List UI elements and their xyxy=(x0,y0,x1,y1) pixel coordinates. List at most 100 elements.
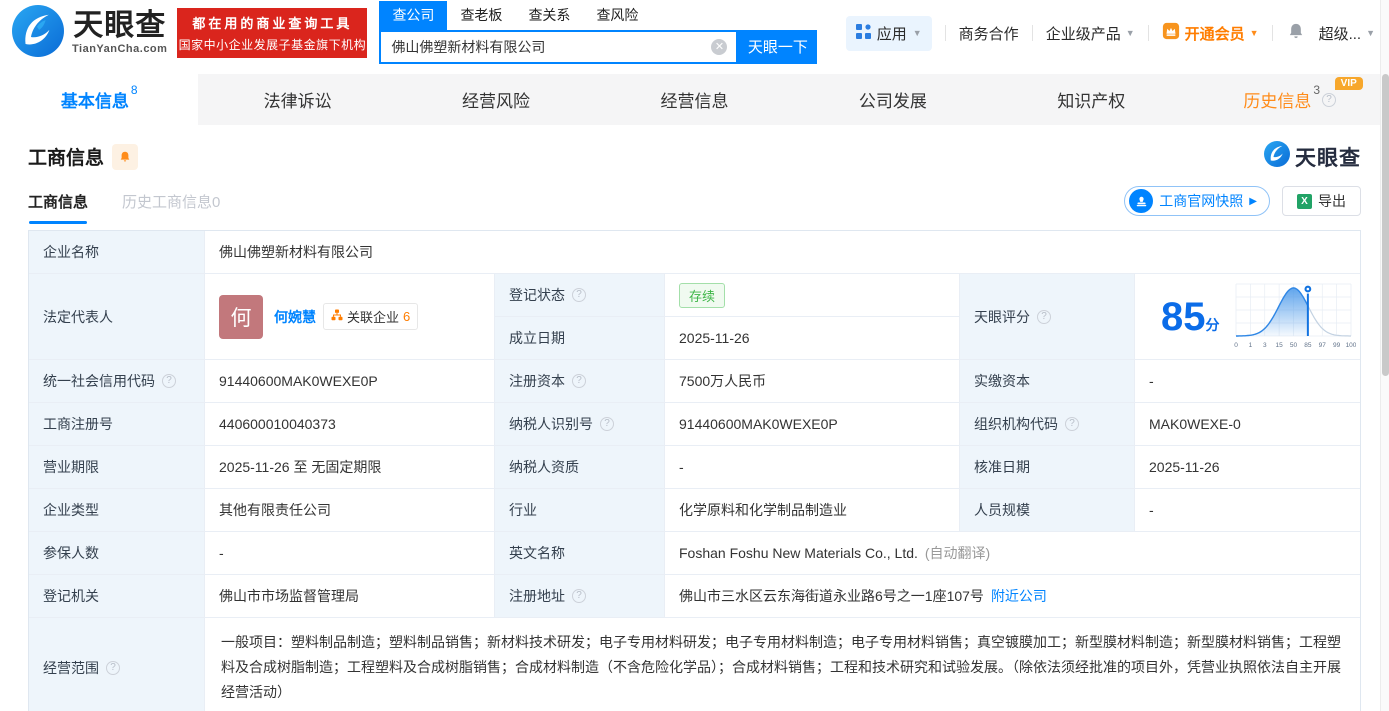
arrow-right-icon: ▶ xyxy=(1249,195,1257,207)
search-input[interactable] xyxy=(381,38,712,55)
top-header: 天眼查 TianYanCha.com 都在用的商业查询工具 国家中小企业发展子基… xyxy=(0,0,1389,66)
related-companies-badge[interactable]: 关联企业 6 xyxy=(323,303,419,330)
help-icon[interactable]: ? xyxy=(572,288,586,302)
field-label-with-help: 经营范围 ? xyxy=(29,618,205,711)
scrollbar-thumb[interactable] xyxy=(1382,74,1389,376)
field-label: 实缴资本 xyxy=(960,360,1135,403)
tab-basic-info[interactable]: 基本信息 8 xyxy=(0,74,199,125)
field-label: 企业类型 xyxy=(29,489,205,532)
svg-text:3: 3 xyxy=(1263,342,1267,349)
search-clear-icon[interactable]: ✕ xyxy=(711,38,728,55)
english-name-cell: Foshan Foshu New Materials Co., Ltd. (自动… xyxy=(665,532,1360,575)
field-label: 参保人数 xyxy=(29,532,205,575)
staff-size-value: - xyxy=(1135,489,1360,532)
help-icon[interactable]: ? xyxy=(1065,417,1079,431)
help-icon[interactable]: ? xyxy=(572,374,586,388)
field-label-with-help: 天眼评分 ? xyxy=(960,274,1135,360)
tab-legal-proceedings[interactable]: 法律诉讼 xyxy=(198,74,396,125)
stamp-icon xyxy=(1129,189,1154,213)
related-companies-count: 6 xyxy=(403,309,411,324)
auto-translate-note: (自动翻译) xyxy=(924,545,991,561)
slogan-banner: 都在用的商业查询工具 国家中小企业发展子基金旗下机构 xyxy=(177,8,368,58)
snapshot-label: 工商官网快照 xyxy=(1159,193,1244,209)
crown-icon xyxy=(1162,22,1180,44)
legal-rep-cell: 何 何婉慧 关联企业 6 xyxy=(205,274,495,360)
nav-open-member[interactable]: 开通会员 ▼ xyxy=(1162,22,1259,44)
logo-domain: TianYanCha.com xyxy=(72,43,168,55)
search-tab-boss[interactable]: 查老板 xyxy=(447,1,515,30)
business-scope-value: 一般项目：塑料制品制造；塑料制品销售；新材料技术研发；电子专用材料研发；电子专用… xyxy=(205,618,1360,711)
export-button[interactable]: X 导出 xyxy=(1282,186,1361,216)
insured-count-value: - xyxy=(205,532,495,575)
divider xyxy=(944,25,946,41)
field-label: 纳税人识别号 xyxy=(509,416,593,432)
export-label: 导出 xyxy=(1318,193,1346,209)
approval-date-value: 2025-11-26 xyxy=(1135,446,1360,489)
field-label-with-help: 组织机构代码 ? xyxy=(960,403,1135,446)
chevron-down-icon: ▼ xyxy=(1249,28,1259,38)
taxpayer-id-value: 91440600MAK0WEXE0P xyxy=(665,403,960,446)
help-icon[interactable]: ? xyxy=(162,374,176,388)
svg-text:1: 1 xyxy=(1249,342,1253,349)
help-icon[interactable]: ? xyxy=(1037,309,1051,324)
apps-menu[interactable]: 应用 ▼ xyxy=(845,15,932,51)
tab-company-development[interactable]: 公司发展 xyxy=(794,74,992,125)
subtab-history-business-info[interactable]: 历史工商信息0 xyxy=(122,191,220,224)
avatar[interactable]: 何 xyxy=(219,294,263,339)
svg-text:0: 0 xyxy=(1234,342,1238,349)
tab-business-info[interactable]: 经营信息 xyxy=(595,74,793,125)
reg-capital-value: 7500万人民币 xyxy=(665,360,960,403)
field-label: 行业 xyxy=(495,489,665,532)
subtab-business-info[interactable]: 工商信息 xyxy=(28,191,88,224)
search-tab-risk[interactable]: 查风险 xyxy=(583,1,651,30)
main-tab-bar: 基本信息 8 法律诉讼 经营风险 经营信息 公司发展 知识产权 VIP 历史信息… xyxy=(0,74,1389,125)
tianyancha-logo[interactable]: 天眼查 TianYanCha.com xyxy=(12,4,168,62)
field-label: 注册地址 xyxy=(509,588,565,604)
score-unit: 分 xyxy=(1205,316,1220,333)
nav-cooperation[interactable]: 商务合作 xyxy=(959,23,1019,44)
nav-enterprise-products[interactable]: 企业级产品 ▼ xyxy=(1046,23,1135,44)
tab-count: 8 xyxy=(130,83,138,97)
tab-history-info[interactable]: VIP 历史信息 3 ? xyxy=(1191,74,1389,125)
help-icon[interactable]: ? xyxy=(600,417,614,431)
nav-enterprise-label: 企业级产品 xyxy=(1045,25,1121,43)
question-icon[interactable]: ? xyxy=(1322,92,1337,107)
credit-code-value: 91440600MAK0WEXE0P xyxy=(205,360,495,403)
search-button[interactable]: 天眼一下 xyxy=(738,29,818,64)
tab-label: 法律诉讼 xyxy=(263,92,332,111)
field-label: 登记机关 xyxy=(29,575,205,618)
svg-text:100: 100 xyxy=(1346,342,1356,349)
business-term-value: 2025-11-26 至 无固定期限 xyxy=(205,446,495,489)
nearby-companies-link[interactable]: 附近公司 xyxy=(991,586,1047,606)
tab-operational-risk[interactable]: 经营风险 xyxy=(397,74,595,125)
field-label: 英文名称 xyxy=(495,532,665,575)
search-tab-relation[interactable]: 查关系 xyxy=(515,1,583,30)
help-icon[interactable]: ? xyxy=(572,589,586,603)
vertical-scrollbar[interactable] xyxy=(1380,0,1389,711)
subtab-row: 工商信息 历史工商信息0 工商官网快照 ▶ X 导出 xyxy=(0,172,1389,224)
nav-super-label: 超级... xyxy=(1318,25,1362,43)
divider xyxy=(1147,25,1149,41)
slogan-line2: 国家中小企业发展子基金旗下机构 xyxy=(178,38,367,52)
tab-count: 3 xyxy=(1313,83,1321,97)
status-badge: 存续 xyxy=(679,282,726,308)
english-name-value: Foshan Foshu New Materials Co., Ltd. xyxy=(679,545,918,561)
tab-label: 经营风险 xyxy=(462,92,531,111)
field-label: 企业名称 xyxy=(29,231,205,274)
notification-bell-icon[interactable] xyxy=(1286,21,1306,45)
tab-intellectual-property[interactable]: 知识产权 xyxy=(992,74,1190,125)
search-tab-company[interactable]: 查公司 xyxy=(379,0,448,30)
official-snapshot-button[interactable]: 工商官网快照 ▶ xyxy=(1124,186,1270,216)
tab-label: 基本信息 xyxy=(60,92,129,111)
chevron-down-icon: ▼ xyxy=(1125,28,1135,38)
related-companies-label: 关联企业 xyxy=(347,310,400,325)
company-name-value: 佛山佛塑新材料有限公司 xyxy=(205,231,1360,274)
field-label: 成立日期 xyxy=(495,317,665,360)
legal-rep-link[interactable]: 何婉慧 xyxy=(274,307,316,327)
subscribe-bell-icon[interactable] xyxy=(112,143,139,170)
field-label-with-help: 注册地址 ? xyxy=(495,575,665,618)
help-icon[interactable]: ? xyxy=(106,660,120,675)
chevron-down-icon: ▼ xyxy=(1366,28,1375,38)
nav-super-vip[interactable]: 超级... ▼ xyxy=(1319,23,1375,44)
watermark-logo-icon xyxy=(1264,141,1290,172)
